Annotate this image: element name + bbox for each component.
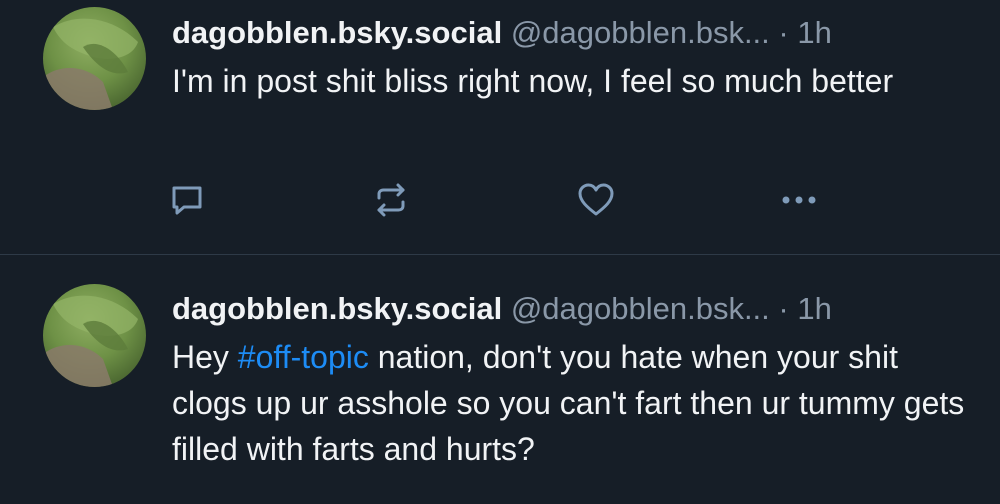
post-text-before: Hey (172, 339, 238, 375)
handle[interactable]: @dagobblen.bsk... (511, 291, 770, 326)
post-feed: dagobblen.bsky.social @dagobblen.bsk... … (0, 0, 1000, 504)
repost-icon (377, 183, 405, 217)
more-options-button[interactable] (779, 180, 819, 220)
post-content: dagobblen.bsky.social @dagobblen.bsk... … (172, 288, 970, 472)
post[interactable]: dagobblen.bsky.social @dagobblen.bsk... … (0, 255, 1000, 504)
display-name[interactable]: dagobblen.bsky.social (172, 291, 502, 326)
post-text: Hey #off-topic nation, don't you hate wh… (172, 334, 970, 472)
avatar[interactable] (43, 284, 146, 387)
avatar[interactable] (43, 7, 146, 110)
display-name[interactable]: dagobblen.bsky.social (172, 15, 502, 50)
separator-dot: · (778, 15, 789, 50)
post[interactable]: dagobblen.bsky.social @dagobblen.bsk... … (0, 0, 1000, 254)
post-content: dagobblen.bsky.social @dagobblen.bsk... … (172, 12, 970, 104)
timestamp[interactable]: 1h (797, 291, 831, 326)
post-text: I'm in post shit bliss right now, I feel… (172, 63, 894, 99)
like-icon (578, 183, 614, 216)
reply-button[interactable] (167, 180, 207, 220)
like-button[interactable] (576, 180, 616, 220)
post-header: dagobblen.bsky.social @dagobblen.bsk... … (172, 12, 970, 54)
post-actions (0, 180, 1000, 220)
hashtag-link[interactable]: #off-topic (238, 339, 369, 375)
timestamp[interactable]: 1h (797, 15, 831, 50)
handle[interactable]: @dagobblen.bsk... (511, 15, 770, 50)
more-icon (782, 196, 816, 204)
separator-dot: · (778, 291, 789, 326)
post-header: dagobblen.bsky.social @dagobblen.bsk... … (172, 288, 970, 330)
repost-button[interactable] (371, 180, 411, 220)
reply-icon (172, 186, 202, 215)
